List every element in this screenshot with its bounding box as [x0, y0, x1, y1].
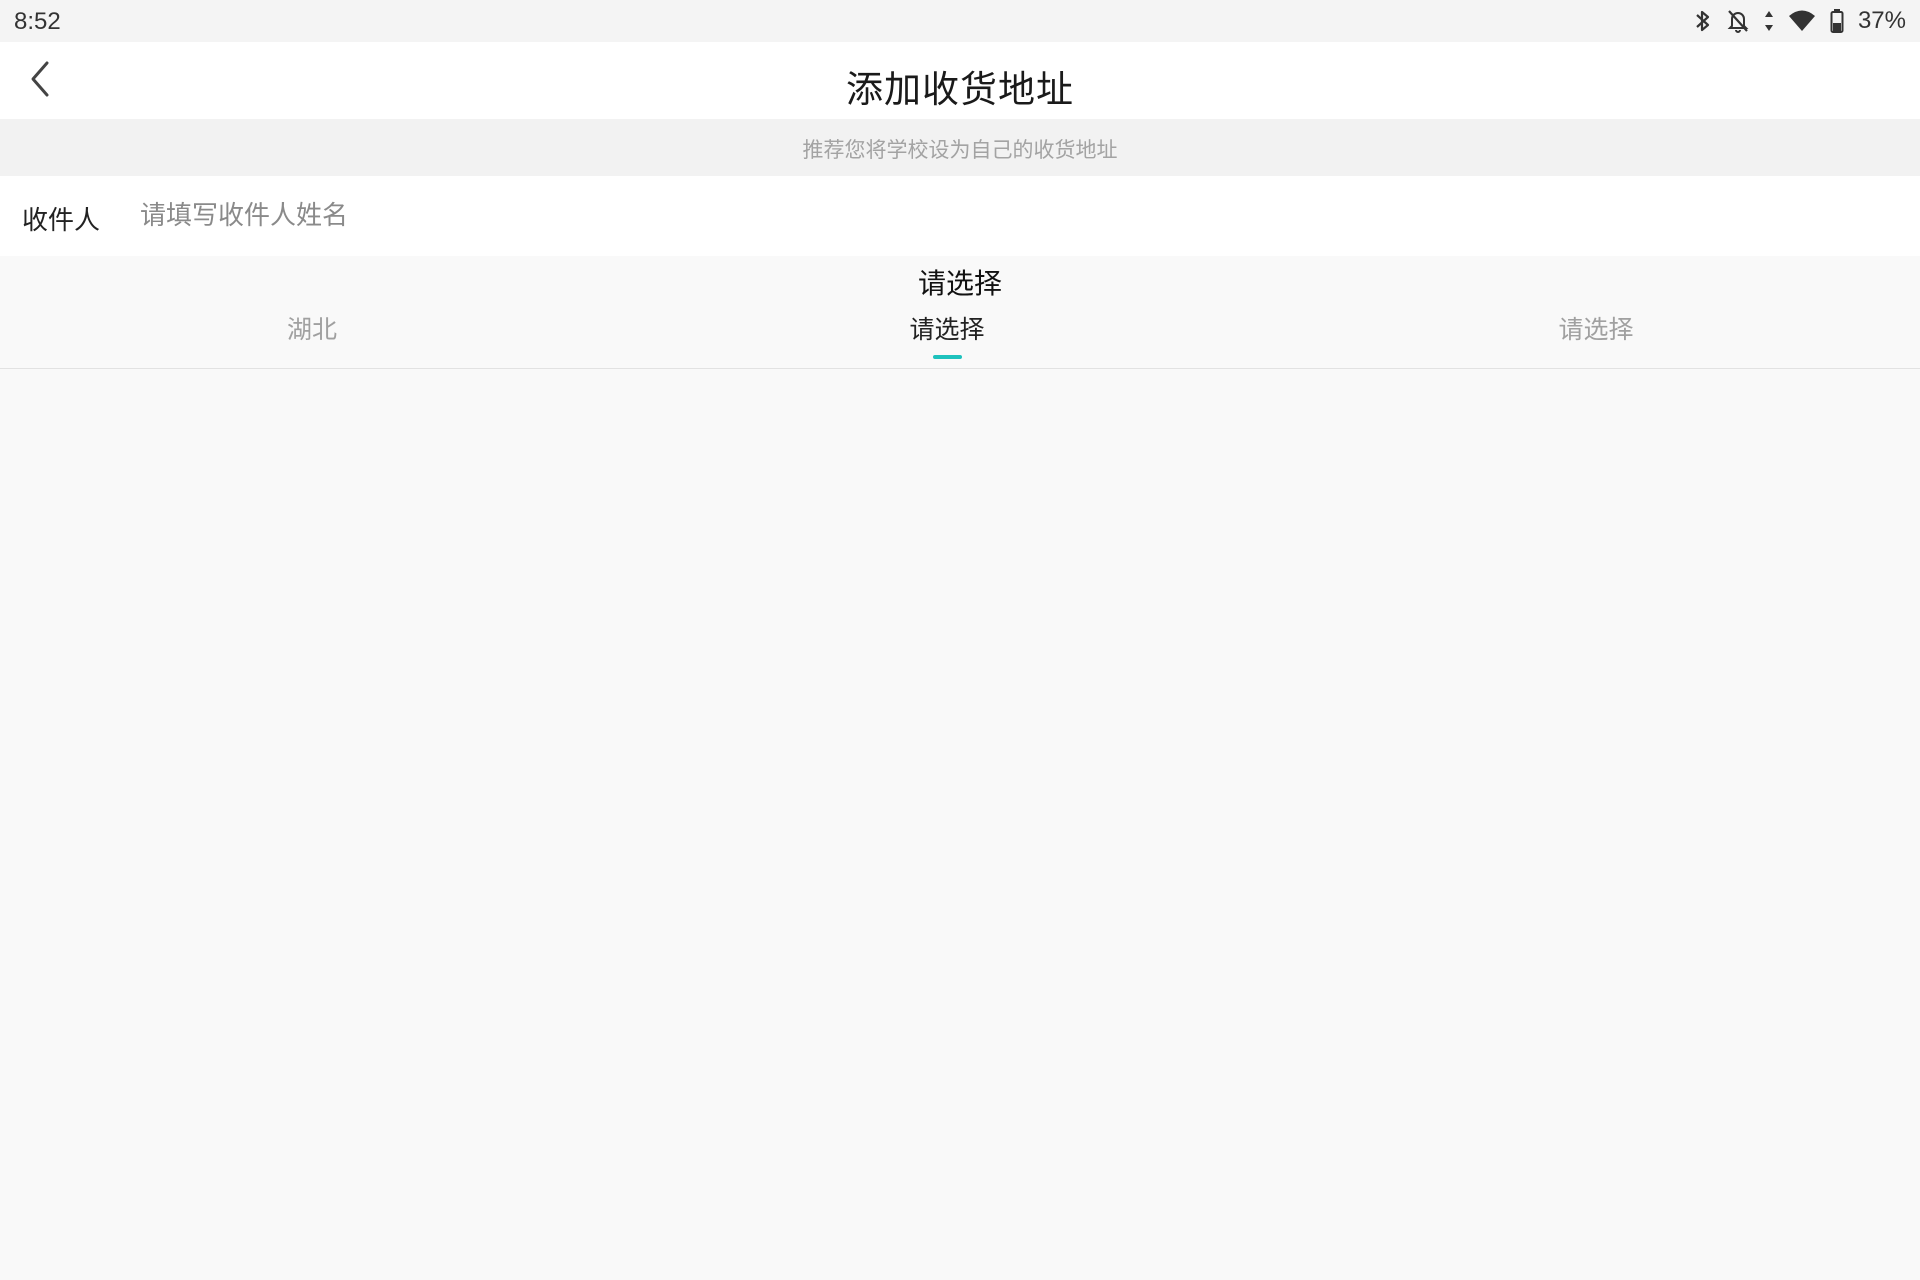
- page-title: 添加收货地址: [846, 68, 1074, 111]
- battery-percent: 37%: [1857, 7, 1906, 34]
- bluetooth-icon: [1694, 8, 1712, 34]
- navigation-bar: 添加收货地址: [0, 42, 1920, 119]
- region-picker: 请选择 湖北 请选择 请选择: [0, 256, 1920, 1280]
- picker-title: 请选择: [917, 267, 1002, 300]
- picker-tabs: 湖北 请选择 请选择: [0, 304, 1920, 369]
- recipient-name-input[interactable]: [140, 194, 1840, 238]
- status-icons: 37%: [1694, 6, 1906, 36]
- tab-province[interactable]: 湖北: [287, 310, 337, 346]
- tab-city[interactable]: 请选择: [909, 310, 984, 346]
- wifi-icon: [1788, 9, 1816, 33]
- recipient-label: 收件人: [22, 206, 101, 236]
- battery-icon: [1830, 8, 1844, 34]
- status-time: 8:52: [14, 8, 61, 35]
- hint-banner: 推荐您将学校设为自己的收货地址: [0, 119, 1920, 176]
- active-tab-indicator: [933, 355, 962, 359]
- data-arrows-icon: [1764, 10, 1774, 32]
- notifications-off-icon: [1726, 8, 1750, 34]
- recipient-row: 收件人: [0, 176, 1920, 256]
- hint-text: 推荐您将学校设为自己的收货地址: [802, 138, 1118, 162]
- tab-district[interactable]: 请选择: [1558, 310, 1633, 346]
- status-bar: 8:52 37%: [0, 0, 1920, 42]
